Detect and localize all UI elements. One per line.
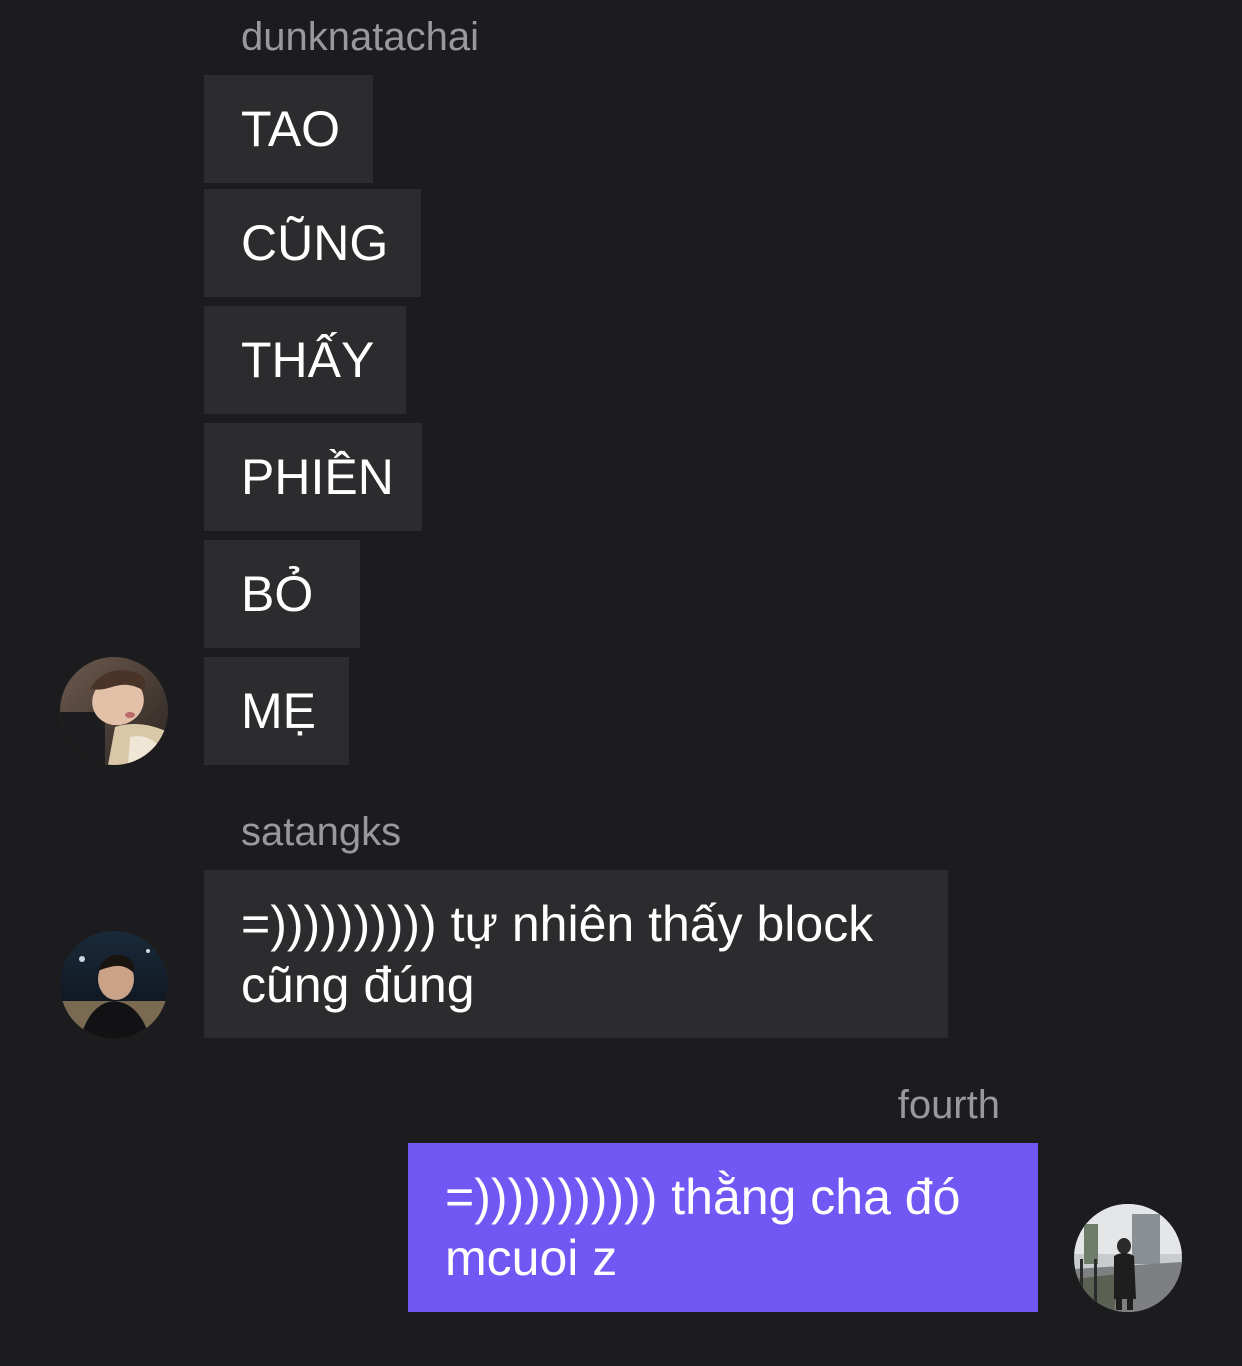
message-text: CŨNG (241, 215, 389, 271)
message-bubble[interactable]: MẸ (204, 657, 349, 765)
message-text: TAO (241, 101, 341, 157)
message-text: PHIỀN (241, 449, 394, 505)
sender-name-fourth: fourth (897, 1083, 1000, 1127)
message-text: =))))))))))) thằng cha đó mcuoi z (445, 1169, 961, 1286)
avatar-photo-icon (1074, 1204, 1182, 1312)
message-text: BỎ (241, 566, 314, 622)
avatar-dunknatachai[interactable] (60, 657, 168, 765)
message-bubble[interactable]: THẤY (204, 306, 406, 414)
message-bubble[interactable]: CŨNG (204, 189, 421, 297)
message-text: THẤY (241, 332, 375, 388)
sender-name-dunknatachai: dunknatachai (241, 15, 479, 59)
avatar-photo-icon (60, 657, 168, 765)
message-text: MẸ (241, 683, 316, 739)
message-bubble[interactable]: PHIỀN (204, 423, 422, 531)
sender-name-satangks: satangks (241, 810, 402, 854)
avatar-fourth[interactable] (1074, 1204, 1182, 1312)
avatar-photo-icon (60, 931, 168, 1039)
message-bubble[interactable]: TAO (204, 75, 373, 183)
message-bubble[interactable]: BỎ (204, 540, 360, 648)
message-text: =)))))))))) tự nhiên thấy block cũng đún… (241, 896, 874, 1013)
message-bubble-outgoing[interactable]: =))))))))))) thằng cha đó mcuoi z (408, 1143, 1038, 1312)
message-bubble[interactable]: =)))))))))) tự nhiên thấy block cũng đún… (204, 870, 948, 1038)
avatar-satangks[interactable] (60, 931, 168, 1039)
